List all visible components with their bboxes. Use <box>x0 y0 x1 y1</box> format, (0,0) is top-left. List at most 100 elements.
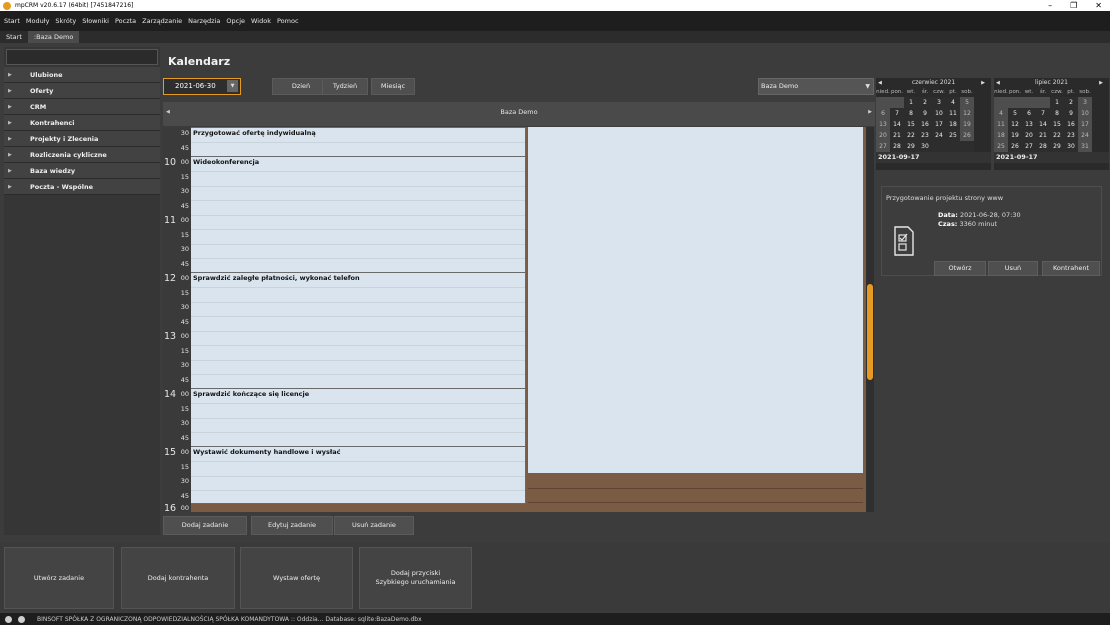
day-cell[interactable]: 12 <box>1008 119 1022 130</box>
day-cell[interactable]: 23 <box>1064 130 1078 141</box>
day-cell[interactable]: 14 <box>890 119 904 130</box>
calendar-event[interactable]: Sprawdzić kończące się licencje <box>191 388 526 447</box>
menu-item-skroty[interactable]: Skróty <box>55 17 76 25</box>
day-cell[interactable]: 27 <box>1022 141 1036 152</box>
day-cell[interactable]: 1 <box>904 97 918 108</box>
day-cell[interactable] <box>946 141 960 152</box>
contractor-button[interactable]: Kontrahent <box>1042 261 1100 276</box>
month-view-button[interactable]: Miesiąc <box>371 78 415 95</box>
day-cell[interactable]: 29 <box>1050 141 1064 152</box>
next-month-icon[interactable]: ▶ <box>981 78 985 88</box>
day-cell[interactable]: 8 <box>1050 108 1064 119</box>
next-arrow-icon[interactable]: ▶ <box>868 109 872 115</box>
calendar-event[interactable]: Sprawdzić zaległe płatności, wykonać tel… <box>191 272 526 389</box>
calendar-event[interactable]: Wystawić dokumenty handlowe i wysłać <box>191 446 526 504</box>
day-cell[interactable]: 23 <box>918 130 932 141</box>
menu-item-poczta[interactable]: Poczta <box>115 17 136 25</box>
issue-offer-button[interactable]: Wystaw ofertę <box>240 547 353 609</box>
mini-calendar-june[interactable]: ◀ czerwiec 2021 ▶ nied. pon. wt. śr. czw… <box>876 78 991 170</box>
day-cell[interactable]: 25 <box>946 130 960 141</box>
day-cell[interactable]: 9 <box>918 108 932 119</box>
day-cell[interactable]: 4 <box>946 97 960 108</box>
day-cell[interactable]: 15 <box>1050 119 1064 130</box>
delete-event-button[interactable]: Usuń <box>988 261 1038 276</box>
day-cell[interactable]: 22 <box>904 130 918 141</box>
tab-baza-demo[interactable]: :Baza Demo <box>27 31 80 43</box>
sidebar-item-baza-wiedzy[interactable]: ▶ Baza wiedzy <box>4 163 160 179</box>
day-cell[interactable]: 11 <box>994 119 1008 130</box>
day-cell[interactable]: 17 <box>932 119 946 130</box>
open-event-button[interactable]: Otwórz <box>934 261 986 276</box>
day-cell[interactable] <box>960 141 974 152</box>
day-cell[interactable] <box>1022 97 1036 108</box>
menu-item-opcje[interactable]: Opcje <box>226 17 245 25</box>
create-task-button[interactable]: Utwórz zadanie <box>4 547 114 609</box>
day-cell[interactable]: 16 <box>918 119 932 130</box>
day-cell[interactable]: 21 <box>1036 130 1050 141</box>
add-task-button[interactable]: Dodaj zadanie <box>163 516 247 535</box>
day-cell[interactable]: 28 <box>1036 141 1050 152</box>
day-cell[interactable]: 13 <box>876 119 890 130</box>
day-cell[interactable]: 18 <box>994 130 1008 141</box>
prev-month-icon[interactable]: ◀ <box>996 78 1000 88</box>
sidebar-search-input[interactable] <box>6 49 158 65</box>
add-contractor-button[interactable]: Dodaj kontrahenta <box>121 547 235 609</box>
day-cell[interactable]: 11 <box>946 108 960 119</box>
menu-item-widok[interactable]: Widok <box>251 17 271 25</box>
day-cell[interactable]: 3 <box>1078 97 1092 108</box>
day-cell[interactable]: 27 <box>876 141 890 152</box>
day-cell[interactable]: 20 <box>876 130 890 141</box>
day-cell[interactable]: 31 <box>1078 141 1092 152</box>
day-cell[interactable]: 26 <box>960 130 974 141</box>
sidebar-item-kontrahenci[interactable]: ▶ Kontrahenci <box>4 115 160 131</box>
menu-item-start[interactable]: Start <box>4 17 20 25</box>
scrollbar-thumb[interactable] <box>867 284 873 380</box>
next-month-icon[interactable]: ▶ <box>1099 78 1103 88</box>
day-cell[interactable]: 3 <box>932 97 946 108</box>
day-cell[interactable] <box>890 97 904 108</box>
day-cell[interactable]: 2 <box>918 97 932 108</box>
today-link[interactable]: 2021-09-17 <box>994 152 1109 163</box>
day-cell[interactable]: 17 <box>1078 119 1092 130</box>
day-cell[interactable] <box>932 141 946 152</box>
menu-item-zarzadzanie[interactable]: Zarządzanie <box>142 17 182 25</box>
menu-item-moduly[interactable]: Moduły <box>26 17 50 25</box>
day-cell[interactable]: 30 <box>918 141 932 152</box>
delete-task-button[interactable]: Usuń zadanie <box>334 516 414 535</box>
day-cell[interactable]: 1 <box>1050 97 1064 108</box>
day-cell[interactable]: 25 <box>994 141 1008 152</box>
day-cell[interactable]: 10 <box>932 108 946 119</box>
day-cell[interactable]: 4 <box>994 108 1008 119</box>
day-cell[interactable]: 8 <box>904 108 918 119</box>
day-column[interactable]: Przygotować ofertę indywidualną Wideokon… <box>191 127 526 504</box>
day-cell[interactable]: 9 <box>1064 108 1078 119</box>
calendar-event[interactable]: Wideokonferencja <box>191 156 526 273</box>
day-cell[interactable]: 21 <box>890 130 904 141</box>
day-cell[interactable]: 15 <box>904 119 918 130</box>
minimize-button[interactable]: – <box>1048 0 1052 11</box>
today-link[interactable]: 2021-09-17 <box>876 152 991 163</box>
sidebar-item-poczta-wspolne[interactable]: ▶ Poczta - Wspólne <box>4 179 160 195</box>
calendar-grid[interactable]: 30 45 10 00 15 30 45 11 00 15 30 45 12 0… <box>163 127 866 512</box>
day-cell[interactable]: 30 <box>1064 141 1078 152</box>
day-cell[interactable]: 19 <box>960 119 974 130</box>
maximize-button[interactable]: ❐ <box>1070 0 1077 11</box>
sidebar-item-ulubione[interactable]: ▶ Ulubione <box>4 67 160 83</box>
sidebar-item-projekty[interactable]: ▶ Projekty i Zlecenia <box>4 131 160 147</box>
date-dropdown-icon[interactable]: ▼ <box>227 80 238 92</box>
day-cell[interactable]: 2 <box>1064 97 1078 108</box>
calendar-scrollbar[interactable] <box>866 127 874 512</box>
calendar-select[interactable]: Baza Demo ▼ <box>758 78 874 95</box>
day-cell[interactable]: 18 <box>946 119 960 130</box>
day-cell[interactable]: 29 <box>904 141 918 152</box>
day-column-second[interactable] <box>528 127 863 473</box>
day-cell[interactable]: 5 <box>960 97 974 108</box>
close-window-button[interactable]: ✕ <box>1095 0 1102 11</box>
day-cell[interactable]: 26 <box>1008 141 1022 152</box>
calendar-event[interactable]: Przygotować ofertę indywidualną <box>191 127 526 157</box>
day-cell[interactable]: 6 <box>1022 108 1036 119</box>
day-cell[interactable]: 24 <box>1078 130 1092 141</box>
day-cell[interactable]: 5 <box>1008 108 1022 119</box>
day-cell[interactable]: 19 <box>1008 130 1022 141</box>
day-cell[interactable] <box>876 97 890 108</box>
